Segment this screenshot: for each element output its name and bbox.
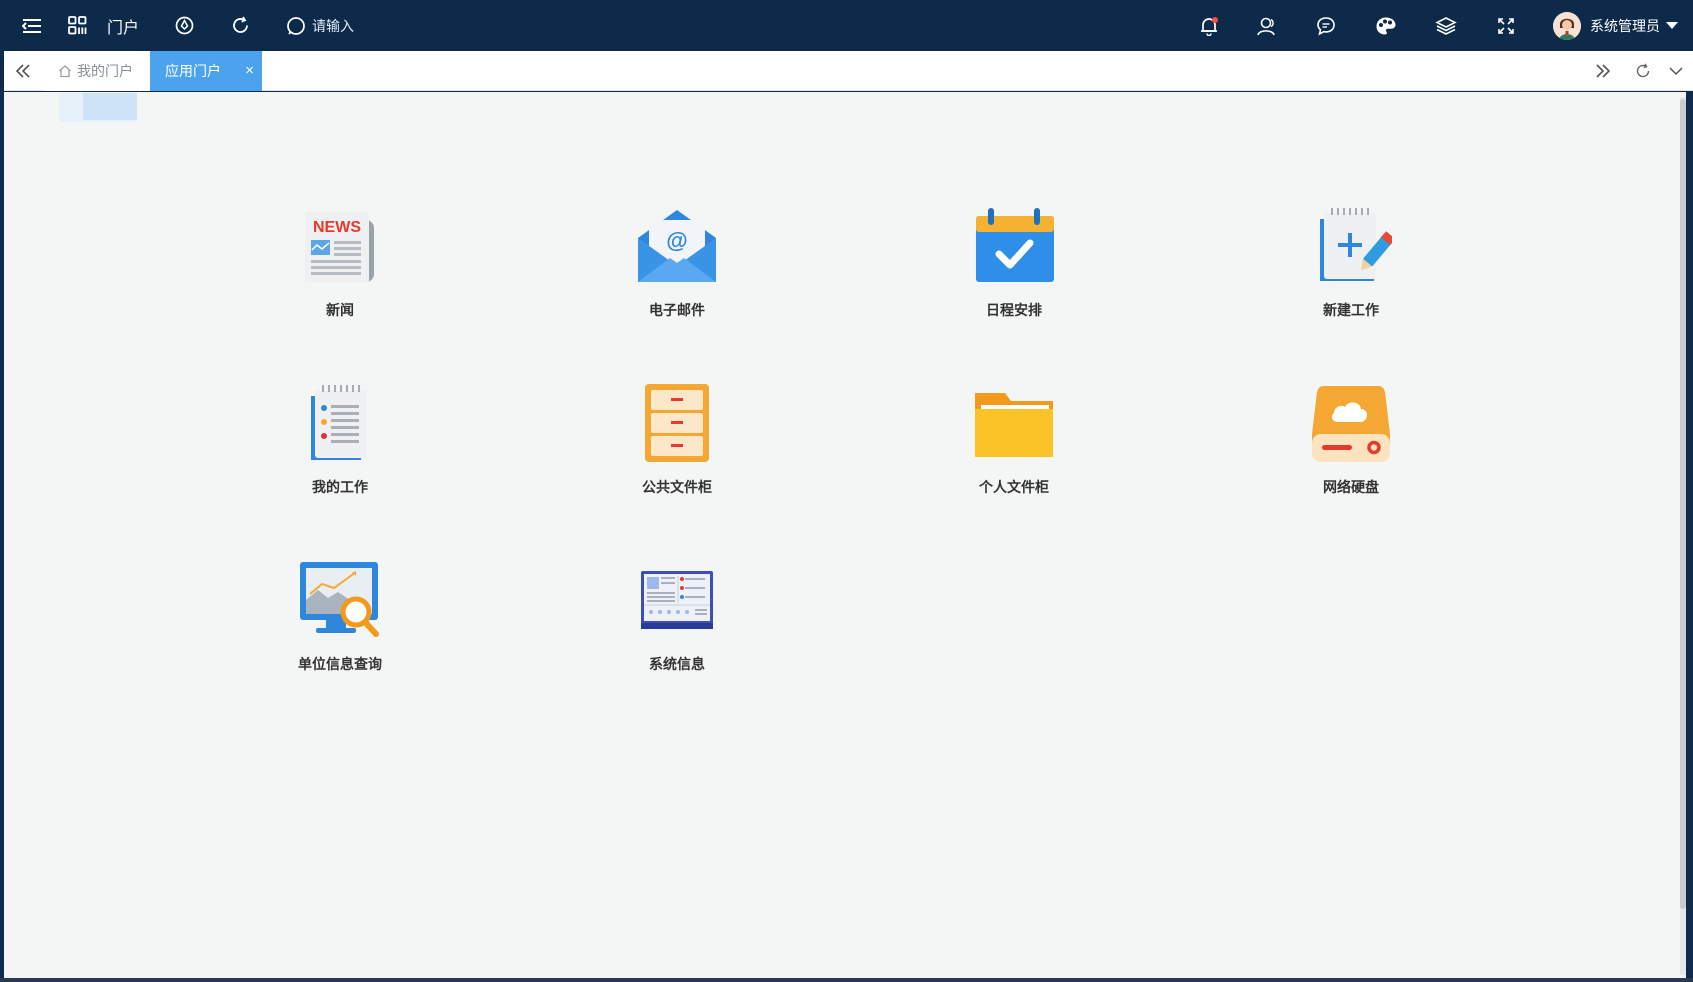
app-email-label: 电子邮件 [649,302,705,318]
drag-ghost-inner [83,93,137,120]
notification-bell-icon[interactable] [1193,0,1225,51]
svg-text:@: @ [666,228,687,253]
app-public-cabinet[interactable]: 公共文件柜 [577,379,777,497]
tab-bar: 我的门户 应用门户 × [4,51,1693,91]
user-name: 系统管理员 [1590,17,1660,34]
theme-palette-icon[interactable] [1372,0,1400,51]
app-network-disk-label: 网络硬盘 [1323,479,1379,495]
tab-app-portal[interactable]: 应用门户 × [150,51,262,91]
contacts-icon[interactable] [1252,0,1280,51]
avatar [1553,11,1581,40]
dashboard-icon[interactable] [172,0,196,51]
layers-icon[interactable] [1432,0,1460,51]
home-icon [59,65,71,78]
app-news-label: 新闻 [326,302,354,318]
app-org-info-query[interactable]: 单位信息查询 [240,556,440,674]
user-menu[interactable]: 系统管理员 [1553,0,1678,51]
scrollbar-thumb[interactable] [1680,99,1686,909]
chevron-down-icon [1666,22,1678,29]
app-network-disk[interactable]: 网络硬盘 [1251,379,1451,497]
my-work-icon [296,379,384,467]
menu-toggle-icon[interactable] [18,0,46,51]
notification-badge [1212,17,1218,23]
app-system-info-label: 系统信息 [649,656,705,672]
app-public-cabinet-label: 公共文件柜 [642,479,712,495]
refresh-icon[interactable] [228,0,252,51]
app-personal-cabinet[interactable]: 个人文件柜 [914,379,1114,497]
svg-text:NEWS: NEWS [313,219,361,236]
portal-menu-button[interactable]: 门户 [107,0,139,51]
app-schedule-label: 日程安排 [986,302,1042,318]
close-tab-icon[interactable]: × [245,63,254,78]
app-schedule[interactable]: 日程安排 [914,202,1114,320]
scroll-tabs-right-icon[interactable] [1584,51,1622,91]
search-icon [287,16,305,35]
chat-icon[interactable] [1312,0,1340,51]
search-input[interactable]: 请输入 [312,16,354,36]
app-new-work[interactable]: 新建工作 [1251,202,1451,320]
apps-grid-icon[interactable] [64,0,90,51]
top-navigation-bar: 门户 请输入 系统管理员 [0,0,1693,51]
new-work-icon [1307,202,1395,290]
tab-my-portal[interactable]: 我的门户 [44,51,151,91]
app-personal-cabinet-label: 个人文件柜 [979,479,1049,495]
app-news[interactable]: NEWS 新闻 [240,202,440,320]
content-scrollbar[interactable] [1680,97,1686,975]
org-info-query-icon [296,556,384,644]
system-info-icon [633,556,721,644]
scroll-tabs-left-icon[interactable] [4,51,42,91]
news-icon: NEWS [296,202,384,290]
tab-app-portal-label: 应用门户 [165,63,221,79]
email-icon: @ [633,202,721,290]
refresh-tab-icon[interactable] [1624,51,1662,91]
tab-options-chevron-icon[interactable] [1660,51,1692,91]
window-bottom-edge [0,978,1693,982]
fullscreen-icon[interactable] [1492,0,1520,51]
app-email[interactable]: @ 电子邮件 [577,202,777,320]
tab-my-portal-label: 我的门户 [77,63,133,79]
app-org-info-query-label: 单位信息查询 [298,656,382,672]
personal-folder-icon [970,379,1058,467]
search-box[interactable]: 请输入 [286,0,354,51]
app-portal-panel: NEWS 新闻 @ 电子邮件 日程安排 新建工作 我的工作 公共文件柜 个人文件… [4,92,1686,978]
calendar-icon [970,202,1058,290]
network-disk-icon [1307,379,1395,467]
public-cabinet-icon [633,379,721,467]
app-my-work-label: 我的工作 [312,479,368,495]
app-system-info[interactable]: 系统信息 [577,556,777,674]
app-my-work[interactable]: 我的工作 [240,379,440,497]
app-new-work-label: 新建工作 [1323,302,1379,318]
